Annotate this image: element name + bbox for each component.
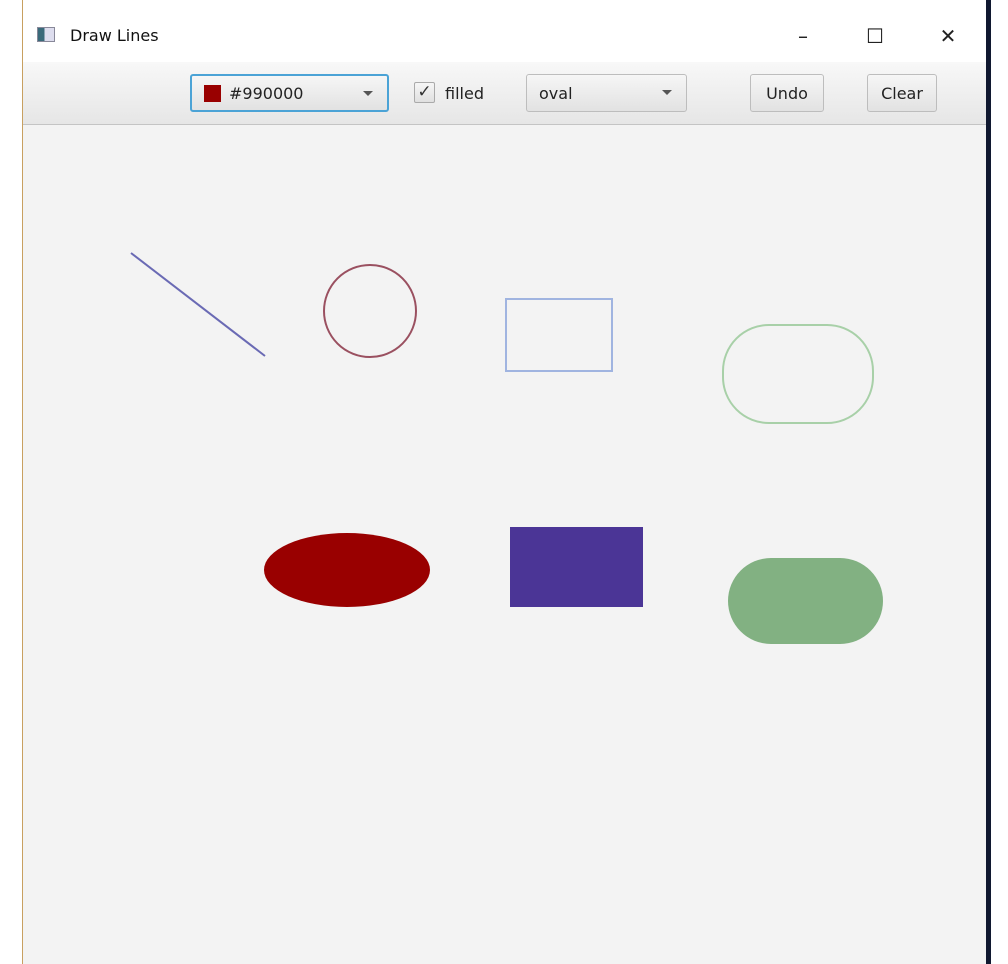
maximize-button[interactable]: ☐ xyxy=(855,18,895,54)
drawing-canvas[interactable] xyxy=(23,125,986,964)
chevron-down-icon xyxy=(662,90,672,95)
filled-label[interactable]: filled xyxy=(445,84,484,103)
app-window: Draw Lines – ☐ ✕ #990000 ✓ filled oval U… xyxy=(22,0,986,964)
toolbar: #990000 ✓ filled oval Undo Clear xyxy=(23,62,986,125)
outline-line-shape xyxy=(130,252,266,357)
outline-oval-shape xyxy=(323,264,417,358)
chevron-down-icon xyxy=(363,91,373,96)
window-title: Draw Lines xyxy=(70,26,159,45)
color-swatch xyxy=(204,84,221,102)
undo-button[interactable]: Undo xyxy=(750,74,824,112)
filled-checkbox[interactable]: ✓ xyxy=(414,82,435,103)
filled-rectangle-shape xyxy=(510,527,643,607)
minimize-button[interactable]: – xyxy=(783,18,823,54)
shape-value: oval xyxy=(539,83,573,103)
shape-select[interactable]: oval xyxy=(526,74,687,112)
close-button[interactable]: ✕ xyxy=(928,18,968,54)
outline-rounded-rectangle-shape xyxy=(722,324,874,424)
filled-rounded-rectangle-shape xyxy=(728,558,883,644)
title-bar: Draw Lines – ☐ ✕ xyxy=(23,0,986,62)
clear-button[interactable]: Clear xyxy=(867,74,937,112)
app-icon xyxy=(37,27,55,42)
color-picker[interactable]: #990000 xyxy=(190,74,389,112)
color-value: #990000 xyxy=(229,83,304,103)
filled-oval-shape xyxy=(264,533,430,607)
outline-rectangle-shape xyxy=(505,298,613,372)
